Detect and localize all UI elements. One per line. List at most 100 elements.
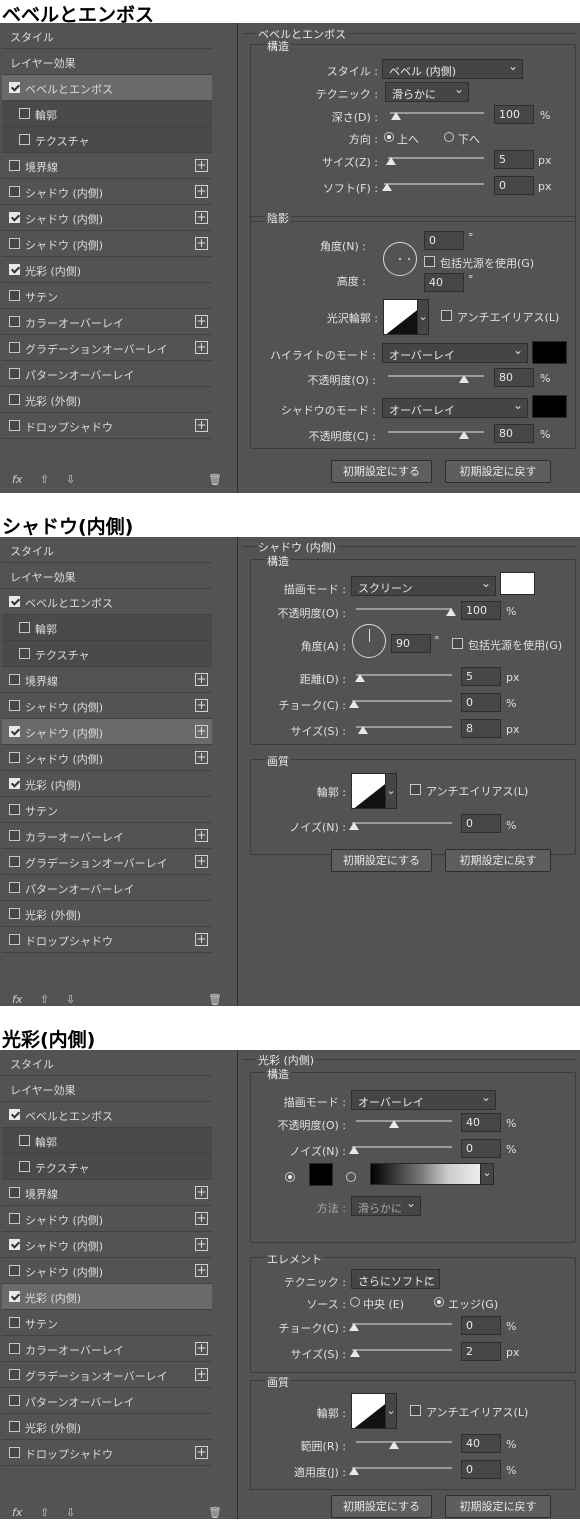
sidebar-outer-glow-item[interactable]: 光彩 (外側) xyxy=(2,1414,212,1440)
global-light-checkbox[interactable] xyxy=(424,256,435,267)
solid-color-radio[interactable] xyxy=(285,1172,295,1182)
source-edge-radio[interactable] xyxy=(434,1297,444,1307)
effect-checkbox[interactable] xyxy=(9,212,20,223)
technique-select[interactable]: さらにソフトに xyxy=(351,1269,440,1289)
add-effect-icon[interactable]: + xyxy=(195,933,208,946)
highlight-opacity-slider[interactable] xyxy=(388,375,484,377)
choke-slider[interactable] xyxy=(352,700,452,702)
effect-checkbox[interactable] xyxy=(9,674,20,685)
contour-dropdown[interactable]: ⌄ xyxy=(385,1393,397,1429)
jitter-slider[interactable] xyxy=(352,1467,452,1469)
sidebar-bevel-emboss-item[interactable]: ベベルとエンボス xyxy=(2,75,212,101)
sidebar-pattern-overlay-item[interactable]: パターンオーバーレイ xyxy=(2,1388,212,1414)
add-effect-icon[interactable]: + xyxy=(195,1264,208,1277)
sidebar-style-header[interactable]: スタイル xyxy=(2,1050,212,1076)
sidebar-inner-glow-item[interactable]: 光彩 (内側) xyxy=(2,257,212,283)
sidebar-stroke-item[interactable]: 境界線 + xyxy=(2,153,212,179)
soften-slider-thumb[interactable] xyxy=(382,183,392,191)
opacity-thumb[interactable] xyxy=(446,608,456,616)
sidebar-inner-shadow-item-3[interactable]: シャドウ (内側) + xyxy=(2,745,212,771)
sidebar-texture-item[interactable]: テクスチャ xyxy=(2,127,212,153)
glow-gradient-swatch[interactable] xyxy=(370,1163,482,1185)
sidebar-inner-glow-item[interactable]: 光彩 (内側) xyxy=(2,771,212,797)
noise-input[interactable]: 0 xyxy=(461,1139,501,1158)
size-input[interactable]: 2 xyxy=(461,1342,501,1361)
effect-checkbox[interactable] xyxy=(9,316,20,327)
fx-icon[interactable]: fx xyxy=(12,473,22,486)
sidebar-contour-item[interactable]: 輪郭 xyxy=(2,1128,212,1154)
trash-icon[interactable]: 🗑 xyxy=(208,993,222,1006)
effect-checkbox[interactable] xyxy=(9,934,20,945)
effect-checkbox[interactable] xyxy=(9,596,20,607)
blend-mode-select[interactable]: オーバーレイ xyxy=(351,1090,496,1110)
effect-checkbox[interactable] xyxy=(9,1447,20,1458)
sidebar-inner-shadow-item-2[interactable]: シャドウ (内側) + xyxy=(2,1232,212,1258)
angle-input[interactable]: 0 xyxy=(424,231,464,250)
add-effect-icon[interactable]: + xyxy=(195,1212,208,1225)
noise-thumb[interactable] xyxy=(349,1146,359,1154)
direction-up-radio[interactable] xyxy=(384,132,394,142)
highlight-mode-select[interactable]: オーバーレイ xyxy=(382,343,528,363)
sidebar-color-overlay-item[interactable]: カラーオーバーレイ + xyxy=(2,823,212,849)
noise-input[interactable]: 0 xyxy=(461,814,501,833)
sidebar-outer-glow-item[interactable]: 光彩 (外側) xyxy=(2,387,212,413)
move-down-icon[interactable]: ⇩ xyxy=(66,993,75,1006)
effect-checkbox[interactable] xyxy=(9,778,20,789)
highlight-opacity-input[interactable]: 80 xyxy=(494,368,534,387)
effect-checkbox[interactable] xyxy=(9,804,20,815)
add-effect-icon[interactable]: + xyxy=(195,829,208,842)
add-effect-icon[interactable]: + xyxy=(195,699,208,712)
antialias-checkbox[interactable] xyxy=(441,310,452,321)
sidebar-texture-item[interactable]: テクスチャ xyxy=(2,641,212,667)
sidebar-inner-shadow-item-3[interactable]: シャドウ (内側) + xyxy=(2,1258,212,1284)
effect-checkbox[interactable] xyxy=(9,1421,20,1432)
effect-checkbox[interactable] xyxy=(9,856,20,867)
make-default-button[interactable]: 初期設定にする xyxy=(331,849,432,872)
size-slider-thumb[interactable] xyxy=(386,157,396,165)
shadow-color-swatch[interactable] xyxy=(532,395,567,418)
effect-checkbox[interactable] xyxy=(9,264,20,275)
add-effect-icon[interactable]: + xyxy=(195,725,208,738)
highlight-opacity-thumb[interactable] xyxy=(459,375,469,383)
effect-checkbox[interactable] xyxy=(9,82,20,93)
sidebar-style-header[interactable]: スタイル xyxy=(2,537,212,563)
move-down-icon[interactable]: ⇩ xyxy=(66,473,75,486)
effect-checkbox[interactable] xyxy=(9,1343,20,1354)
method-select[interactable]: 滑らかに xyxy=(351,1196,421,1216)
effect-checkbox[interactable] xyxy=(9,1109,20,1120)
add-effect-icon[interactable]: + xyxy=(195,1238,208,1251)
size-input[interactable]: 8 xyxy=(461,719,501,738)
choke-thumb[interactable] xyxy=(349,700,359,708)
sidebar-color-overlay-item[interactable]: カラーオーバーレイ + xyxy=(2,309,212,335)
fx-icon[interactable]: fx xyxy=(12,993,22,1006)
depth-slider-thumb[interactable] xyxy=(391,112,401,120)
size-thumb[interactable] xyxy=(350,1349,360,1357)
sidebar-drop-shadow-item[interactable]: ドロップシャドウ + xyxy=(2,927,212,953)
angle-input[interactable]: 90 xyxy=(391,634,431,653)
gloss-contour-dropdown[interactable]: ⌄ xyxy=(417,299,429,335)
add-effect-icon[interactable]: + xyxy=(195,673,208,686)
effect-checkbox[interactable] xyxy=(9,290,20,301)
depth-input[interactable]: 100 xyxy=(494,105,534,124)
effect-checkbox[interactable] xyxy=(9,1395,20,1406)
distance-thumb[interactable] xyxy=(355,674,365,682)
shadow-opacity-input[interactable]: 80 xyxy=(494,424,534,443)
effect-checkbox[interactable] xyxy=(9,160,20,171)
sidebar-inner-shadow-item-2[interactable]: シャドウ (内側) + xyxy=(2,719,212,745)
make-default-button[interactable]: 初期設定にする xyxy=(331,1495,432,1518)
sidebar-satin-item[interactable]: サテン xyxy=(2,283,212,309)
distance-input[interactable]: 5 xyxy=(461,667,501,686)
add-effect-icon[interactable]: + xyxy=(195,1368,208,1381)
antialias-checkbox[interactable] xyxy=(410,784,421,795)
effect-checkbox[interactable] xyxy=(9,1187,20,1198)
effect-checkbox[interactable] xyxy=(9,1291,20,1302)
source-center-radio[interactable] xyxy=(350,1297,360,1307)
sidebar-style-header[interactable]: スタイル xyxy=(2,23,212,49)
effect-checkbox[interactable] xyxy=(9,1239,20,1250)
add-effect-icon[interactable]: + xyxy=(195,1186,208,1199)
effect-checkbox[interactable] xyxy=(19,1161,30,1172)
direction-down-radio[interactable] xyxy=(444,132,454,142)
contour-dropdown[interactable]: ⌄ xyxy=(385,773,397,809)
shadow-mode-select[interactable]: オーバーレイ xyxy=(382,398,528,418)
add-effect-icon[interactable]: + xyxy=(195,341,208,354)
